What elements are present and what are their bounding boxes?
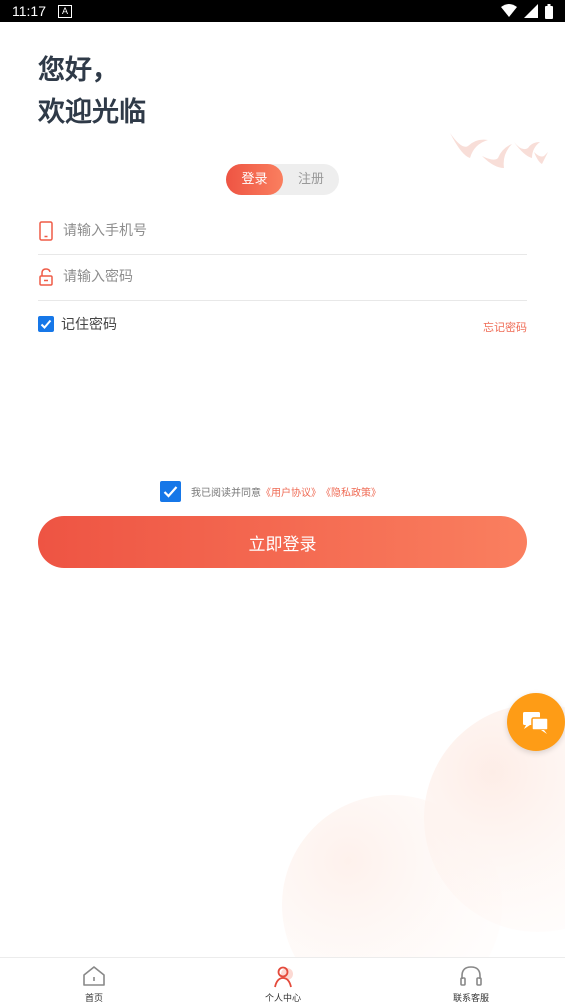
tab-customer-service-label: 联系客服: [452, 994, 489, 1004]
agreement-row: 我已阅读并同意 《用户协议》 《隐私政策》: [160, 481, 381, 502]
tab-home-label: 首页: [84, 994, 103, 1004]
phone-icon: [39, 221, 53, 241]
status-icons: [501, 3, 553, 19]
greeting: 您好， 欢迎光临: [38, 50, 146, 134]
agreement-text: 我已阅读并同意: [191, 488, 261, 499]
check-icon: [163, 486, 178, 498]
tab-customer-service[interactable]: 联系客服: [401, 958, 541, 1005]
home-icon: [83, 966, 105, 986]
phone-field: [38, 209, 527, 255]
chat-fab-button[interactable]: [507, 693, 565, 751]
battery-icon: [545, 3, 553, 19]
remember-label: 记住密码: [61, 317, 117, 333]
user-icon: [274, 966, 293, 988]
phone-input[interactable]: [63, 217, 513, 245]
login-button[interactable]: 立即登录: [38, 516, 527, 568]
check-icon: [40, 319, 52, 329]
bottom-tab-bar: 首页 个人中心 联系客服: [0, 957, 565, 1005]
tab-register[interactable]: 注册: [283, 164, 339, 195]
remember-password[interactable]: 记住密码: [38, 315, 117, 333]
remember-checkbox[interactable]: [38, 316, 54, 332]
birds-decoration: [450, 133, 548, 168]
privacy-policy-link[interactable]: 《隐私政策》: [321, 484, 381, 499]
background-circles: [282, 704, 565, 1004]
greeting-line-2: 欢迎光临: [38, 97, 146, 128]
forgot-password-link[interactable]: 忘记密码: [483, 319, 527, 335]
greeting-line-1: 您好，: [38, 55, 119, 86]
auth-tab-switch: 登录 注册: [226, 164, 339, 195]
lock-icon: [39, 268, 53, 286]
status-time: 11:17: [12, 3, 46, 19]
tab-profile[interactable]: 个人中心: [213, 958, 353, 1005]
user-agreement-link[interactable]: 《用户协议》: [261, 484, 321, 499]
status-bar: 11:17 A: [0, 0, 565, 22]
password-field: [38, 255, 527, 301]
wifi-icon: [501, 4, 517, 17]
headset-icon: [460, 966, 482, 986]
tab-home[interactable]: 首页: [24, 958, 164, 1005]
notification-icon: A: [58, 5, 72, 18]
signal-icon: [524, 4, 538, 18]
password-input[interactable]: [63, 263, 513, 291]
tab-login[interactable]: 登录: [226, 164, 283, 195]
agreement-checkbox[interactable]: [160, 481, 181, 502]
chat-icon: [523, 712, 549, 734]
tab-profile-label: 个人中心: [264, 994, 301, 1004]
